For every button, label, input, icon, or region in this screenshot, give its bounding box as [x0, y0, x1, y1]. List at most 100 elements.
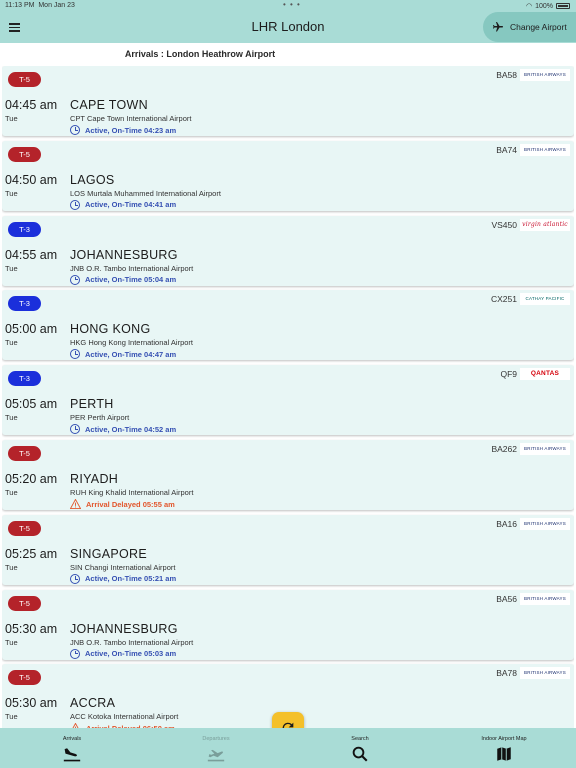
- multitask-dots[interactable]: • • •: [283, 0, 301, 9]
- origin-city: LAGOS: [70, 172, 115, 187]
- terminal-badge: T-5: [8, 520, 41, 536]
- flight-status-text: Arrival Delayed 05:55 am: [86, 499, 175, 509]
- warning-icon: [70, 499, 81, 509]
- flight-card[interactable]: T-5 BA262 BRITISH AIRWAYS 05:20 am Tue RIYADH…: [2, 440, 574, 510]
- origin-airport: LOS Murtala Muhammed International Airpo…: [70, 188, 221, 198]
- tab-departures[interactable]: Departures: [144, 728, 288, 768]
- clock-icon: [70, 424, 80, 435]
- clock-icon: [70, 573, 80, 584]
- tab-search[interactable]: Search: [288, 728, 432, 768]
- clock-icon: [70, 349, 80, 360]
- flight-status: Active, On-Time 04:47 am: [70, 349, 177, 360]
- airline-logo: virgin atlantic: [520, 218, 570, 231]
- flight-status-text: Active, On-Time 04:52 am: [85, 424, 177, 434]
- battery-label: 100%: [535, 2, 553, 10]
- origin-city: JOHANNESBURG: [70, 621, 178, 636]
- flight-status-text: Active, On-Time 04:47 am: [85, 349, 177, 359]
- status-right: ◠ 100%: [526, 2, 570, 10]
- flight-status: Active, On-Time 05:04 am: [70, 274, 177, 285]
- departure-icon: [144, 745, 288, 763]
- battery-icon: [556, 3, 570, 9]
- terminal-badge: T-5: [8, 72, 41, 87]
- clock-icon: [70, 648, 80, 659]
- day-label: Tue: [5, 338, 18, 348]
- flight-card[interactable]: T-5 BA58 BRITISH AIRWAYS 04:45 am Tue CAPE TO…: [2, 66, 574, 136]
- day-label: Tue: [5, 637, 18, 647]
- clock-icon: [70, 125, 80, 135]
- origin-city: HONG KONG: [70, 322, 151, 337]
- scheduled-time: 05:00 am: [5, 322, 58, 337]
- change-airport-button[interactable]: Change Airport: [483, 12, 576, 42]
- flight-number: BA74: [496, 144, 517, 155]
- clock-icon: [70, 199, 80, 210]
- flight-card[interactable]: T-3 CX251 CATHAY PACIFIC 05:00 am Tue HONG KO…: [2, 290, 574, 361]
- origin-airport: HKG Hong Kong International Airport: [70, 338, 193, 348]
- origin-airport: SIN Changi International Airport: [70, 562, 176, 572]
- day-label: Tue: [5, 712, 18, 722]
- terminal-badge: T-5: [8, 670, 41, 686]
- flight-status: Active, On-Time 04:41 am: [70, 199, 176, 210]
- day-label: Tue: [5, 413, 18, 423]
- day-label: Tue: [5, 263, 18, 273]
- origin-city: RIYADH: [70, 472, 119, 486]
- status-time: 11:13 PM Mon Jan 23: [5, 2, 75, 9]
- flight-status: Active, On-Time 04:52 am: [70, 424, 177, 435]
- terminal-badge: T-3: [8, 221, 41, 237]
- flight-card[interactable]: T-5 BA56 BRITISH AIRWAYS 05:30 am Tue JOHANNE…: [2, 589, 574, 660]
- flight-status: Arrival Delayed 05:55 am: [70, 499, 175, 509]
- flight-number: BA16: [496, 518, 517, 529]
- search-icon: [288, 745, 432, 763]
- flight-card[interactable]: T-5 BA74 BRITISH AIRWAYS 04:50 am Tue LAGOS LO…: [2, 140, 574, 211]
- tab-indoor-airport-map[interactable]: Indoor Airport Map: [432, 728, 576, 768]
- scheduled-time: 05:05 am: [5, 397, 58, 412]
- flight-status: Active, On-Time 04:23 am: [70, 125, 176, 135]
- airline-logo: BRITISH AIRWAYS: [520, 69, 570, 81]
- clock-icon: [70, 274, 80, 285]
- origin-airport: CPT Cape Town International Airport: [70, 114, 192, 123]
- tab-arrivals[interactable]: Arrivals: [0, 728, 144, 768]
- page-subtitle: Arrivals : London Heathrow Airport: [124, 49, 276, 59]
- scheduled-time: 04:55 am: [5, 247, 58, 262]
- airline-logo: BRITISH AIRWAYS: [520, 143, 570, 156]
- flight-number: CX251: [491, 294, 517, 305]
- scheduled-time: 05:30 am: [5, 696, 58, 711]
- airline-logo: QANTAS: [520, 368, 570, 381]
- flight-card[interactable]: T-5 BA16 BRITISH AIRWAYS 05:25 am Tue SINGAPO…: [2, 514, 574, 585]
- day-label: Tue: [5, 114, 18, 123]
- flight-number: BA262: [491, 444, 517, 454]
- terminal-badge: T-3: [8, 371, 41, 387]
- change-airport-label: Change Airport: [510, 22, 567, 32]
- flight-card[interactable]: T-3 VS450 virgin atlantic 04:55 am Tue JOHANN…: [2, 215, 574, 286]
- airline-logo: BRITISH AIRWAYS: [520, 592, 570, 605]
- origin-city: PERTH: [70, 397, 114, 412]
- wifi-icon: ◠: [525, 3, 533, 10]
- airline-logo: CATHAY PACIFIC: [520, 293, 570, 306]
- flight-status: Active, On-Time 05:03 am: [70, 648, 177, 659]
- tab-label: Departures: [202, 736, 230, 742]
- scheduled-time: 05:20 am: [5, 472, 58, 486]
- flight-status-text: Active, On-Time 05:03 am: [85, 649, 177, 659]
- header-bar: 11:13 PM Mon Jan 23 • • • ◠ 100% LHR Lon…: [0, 0, 576, 43]
- scheduled-time: 05:25 am: [5, 546, 58, 561]
- day-label: Tue: [5, 188, 18, 198]
- status-bar: 11:13 PM Mon Jan 23 • • • ◠ 100%: [0, 0, 576, 12]
- tab-label: Search: [351, 736, 369, 742]
- flight-number: BA58: [496, 70, 517, 80]
- airline-logo: BRITISH AIRWAYS: [520, 443, 570, 455]
- airline-logo: BRITISH AIRWAYS: [520, 667, 570, 680]
- origin-city: JOHANNESBURG: [70, 247, 178, 262]
- terminal-badge: T-3: [8, 296, 41, 312]
- flight-card[interactable]: T-3 QF9 QANTAS 05:05 am Tue PERTH PER Perth Ai…: [2, 365, 574, 436]
- terminal-badge: T-5: [8, 595, 41, 611]
- flight-number: VS450: [491, 219, 517, 230]
- flight-status-text: Active, On-Time 05:04 am: [85, 275, 177, 285]
- flight-status: Active, On-Time 05:21 am: [70, 573, 177, 584]
- origin-airport: RUH King Khalid International Airport: [70, 488, 194, 497]
- airline-logo: BRITISH AIRWAYS: [520, 517, 570, 530]
- tab-label: Arrivals: [62, 736, 82, 742]
- flight-number: QF9: [500, 369, 517, 380]
- flight-status-text: Active, On-Time 05:21 am: [85, 574, 177, 584]
- flight-list[interactable]: T-5 BA58 BRITISH AIRWAYS 04:45 am Tue CAPE TO…: [2, 66, 574, 728]
- origin-airport: JNB O.R. Tambo International Airport: [70, 263, 194, 273]
- scheduled-time: 04:45 am: [5, 98, 58, 112]
